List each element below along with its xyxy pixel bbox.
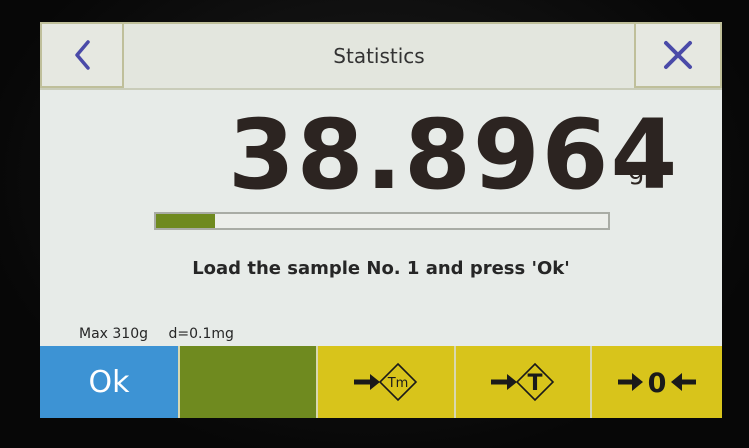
balance-display-bezel: Statistics 38.8964 g Load the sample No.… [0, 0, 749, 448]
close-icon [664, 41, 692, 69]
zero-button[interactable]: 0 [590, 346, 722, 418]
title-bar: Statistics [40, 22, 722, 90]
page-title: Statistics [124, 22, 634, 88]
readability: d=0.1mg [168, 326, 234, 342]
weight-readout: 38.8964 g [40, 100, 722, 210]
capacity-specs: Max 310g d=0.1mg [79, 326, 250, 342]
tare-button[interactable]: T [454, 346, 590, 418]
function-keys: Ok Tm T 0 [40, 346, 722, 418]
progress-fill [156, 214, 215, 228]
tare-memory-icon: Tm [354, 362, 418, 402]
max-capacity: Max 310g [79, 326, 149, 342]
svg-text:0: 0 [648, 368, 667, 399]
zero-icon: 0 [618, 368, 696, 399]
close-button[interactable] [634, 22, 722, 88]
svg-text:Tm: Tm [387, 376, 409, 391]
tare-icon: T [491, 362, 555, 402]
ok-button[interactable]: Ok [40, 346, 178, 418]
touch-screen: Statistics 38.8964 g Load the sample No.… [40, 22, 722, 418]
tare-memory-button[interactable]: Tm [316, 346, 454, 418]
svg-text:T: T [527, 371, 542, 396]
back-button[interactable] [40, 22, 124, 88]
weight-value: 38.8964 [228, 99, 680, 211]
sample-progress-bar [154, 212, 610, 230]
instruction-message: Load the sample No. 1 and press 'Ok' [192, 258, 570, 279]
weight-unit: g [628, 156, 645, 186]
blank-green-button[interactable] [178, 346, 316, 418]
chevron-left-icon [75, 40, 90, 70]
